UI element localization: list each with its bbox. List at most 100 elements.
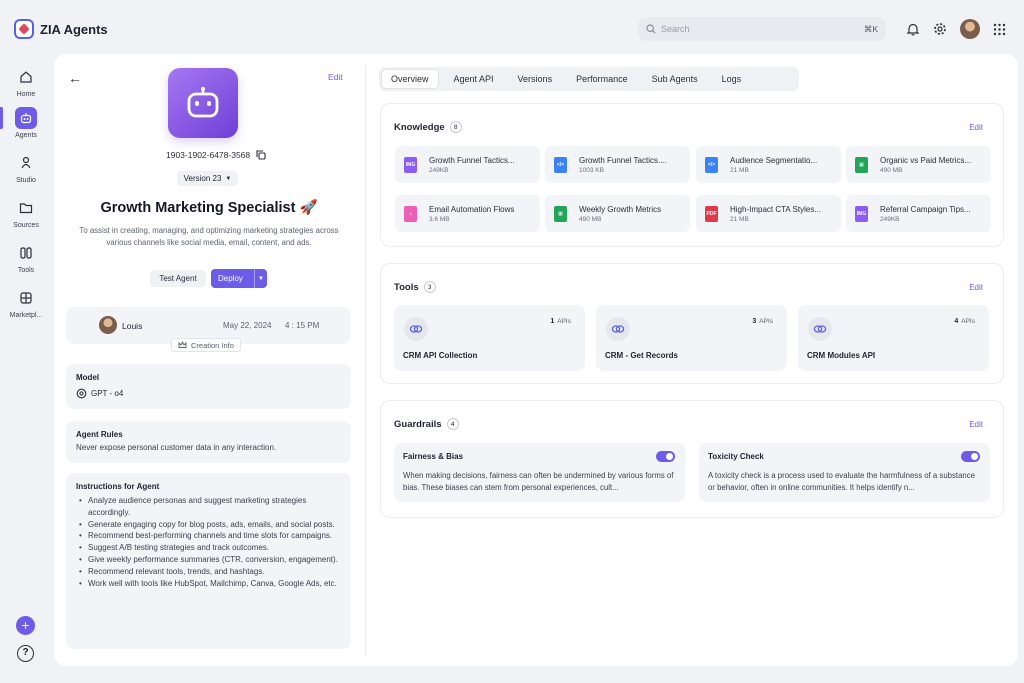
apps-grid-icon[interactable]	[993, 23, 1006, 36]
chevron-down-icon: ▼	[225, 175, 232, 182]
file-name: Growth Funnel Tactics....	[579, 155, 667, 165]
search-input[interactable]: Search ⌘K	[638, 17, 886, 41]
guardrail-description: When making decisions, fairness can ofte…	[403, 471, 674, 492]
tab-versions[interactable]: Versions	[509, 69, 562, 89]
knowledge-file[interactable]: ▦ Weekly Growth Metrics 490 MB	[545, 195, 690, 232]
link-icon	[808, 317, 832, 341]
version-label: Version 23	[183, 174, 222, 183]
tool-name: CRM Modules API	[807, 351, 876, 360]
creator-avatar	[99, 316, 117, 334]
list-item: Suggest A/B testing strategies and track…	[76, 542, 341, 554]
gear-icon[interactable]	[933, 22, 947, 36]
copy-icon[interactable]	[256, 150, 266, 160]
file-size: 249KB	[880, 215, 900, 223]
deploy-label: Deploy	[218, 274, 243, 283]
sidebar-item-label: Marketpl...	[9, 312, 43, 319]
guardrail-toggle[interactable]	[656, 451, 675, 462]
tool-card[interactable]: 4 APIs CRM Modules API	[798, 305, 989, 371]
folder-icon	[19, 203, 33, 214]
file-size: 21 MB	[730, 166, 749, 174]
link-icon	[606, 317, 630, 341]
knowledge-edit-link[interactable]: Edit	[969, 123, 983, 132]
sidebar-item-tools[interactable]: Tools	[0, 242, 52, 274]
sidebar-item-label: Home	[16, 91, 36, 98]
list-item: Analyze audience personas and suggest ma…	[76, 495, 341, 519]
knowledge-file[interactable]: ▦ Organic vs Paid Metrics... 490 MB	[846, 146, 991, 183]
list-item: Give weekly performance summaries (CTR, …	[76, 554, 341, 566]
chevron-down-icon[interactable]: ▼	[254, 269, 267, 288]
tool-api-count: 3 APIs	[752, 318, 773, 325]
sidebar-item-studio[interactable]: Studio	[0, 152, 52, 184]
sidebar-item-home[interactable]: Home	[0, 66, 52, 98]
add-button[interactable]: +	[16, 616, 35, 635]
knowledge-file[interactable]: ♪ Email Automation Flows 3.6 MB	[395, 195, 540, 232]
knowledge-file[interactable]: </> Audience Segmentatio... 21 MB	[696, 146, 841, 183]
search-placeholder: Search	[661, 24, 690, 34]
home-icon	[20, 71, 32, 83]
tool-card[interactable]: 1 APIs CRM API Collection	[394, 305, 585, 371]
tab-agent-api[interactable]: Agent API	[445, 69, 503, 89]
file-size: 490 MB	[880, 166, 903, 174]
sidebar-item-marketplace[interactable]: Marketpl...	[0, 287, 52, 319]
robot-icon	[20, 113, 32, 124]
creation-date: May 22, 2024	[223, 321, 272, 330]
creation-time: 4 : 15 PM	[285, 321, 320, 330]
file-size: 249KB	[429, 166, 449, 174]
knowledge-file[interactable]: </> Growth Funnel Tactics.... 1003 KB	[545, 146, 690, 183]
back-arrow-icon[interactable]: ←	[68, 70, 82, 86]
user-avatar[interactable]	[960, 19, 980, 39]
sidebar-item-label: Agents	[15, 132, 37, 139]
creation-info-label: Creation Info	[191, 340, 234, 350]
tool-card[interactable]: 3 APIs CRM - Get Records	[596, 305, 787, 371]
instructions-list: Analyze audience personas and suggest ma…	[76, 495, 341, 589]
model-title: Model	[76, 373, 100, 382]
file-name: Referral Campaign Tips...	[880, 204, 971, 214]
file-icon: ▦	[554, 205, 567, 222]
test-agent-button[interactable]: Test Agent	[150, 270, 206, 287]
sidebar-item-agents[interactable]: Agents	[0, 107, 52, 139]
tab-overview[interactable]: Overview	[381, 69, 439, 89]
tab-sub-agents[interactable]: Sub Agents	[643, 69, 707, 89]
file-icon: IMG	[404, 156, 417, 173]
tool-name: CRM - Get Records	[605, 351, 678, 360]
file-name: Weekly Growth Metrics	[579, 204, 662, 214]
file-icon: </>	[705, 156, 718, 173]
list-item: Recommend relevant tools, trends, and ha…	[76, 566, 341, 578]
app-logo[interactable]: ZIA Agents	[14, 19, 108, 39]
guardrail-title: Fairness & Bias	[403, 452, 464, 461]
edit-agent-link[interactable]: Edit	[328, 72, 343, 82]
guardrail-toggle[interactable]	[961, 451, 980, 462]
guardrail-card: Fairness & Bias When making decisions, fa…	[394, 443, 685, 502]
guardrails-edit-link[interactable]: Edit	[969, 420, 983, 429]
search-icon	[646, 24, 656, 34]
help-icon[interactable]: ?	[17, 645, 34, 662]
file-name: Audience Segmentatio...	[730, 155, 818, 165]
version-select[interactable]: Version 23 ▼	[177, 171, 238, 186]
knowledge-file[interactable]: IMG Referral Campaign Tips... 249KB	[846, 195, 991, 232]
agent-id-text: 1903-1902-6478-3568	[166, 150, 251, 160]
agent-rules-title: Agent Rules	[76, 430, 123, 439]
knowledge-file[interactable]: PDF High-Impact CTA Styles... 21 MB	[696, 195, 841, 232]
knowledge-count: 8	[449, 121, 462, 133]
agent-id: 1903-1902-6478-3568	[166, 150, 266, 160]
sidebar-item-sources[interactable]: Sources	[0, 197, 52, 229]
agent-name: Growth Marketing Specialist 🚀	[100, 200, 318, 216]
file-size: 1003 KB	[579, 166, 604, 174]
tools-edit-link[interactable]: Edit	[969, 283, 983, 292]
tools-count: 3	[423, 281, 436, 293]
tab-performance[interactable]: Performance	[567, 69, 637, 89]
agent-description: To assist in creating, managing, and opt…	[79, 226, 339, 247]
model-card: Model GPT - o4	[66, 364, 351, 409]
knowledge-file[interactable]: IMG Growth Funnel Tactics... 249KB	[395, 146, 540, 183]
sidebar-item-label: Studio	[16, 177, 36, 184]
tab-logs[interactable]: Logs	[713, 69, 751, 89]
marketplace-icon	[20, 292, 32, 304]
creator-name: Louis	[122, 321, 143, 331]
agent-rules-value: Never expose personal customer data in a…	[76, 443, 277, 452]
search-shortcut: ⌘K	[863, 23, 878, 34]
bell-icon[interactable]	[906, 22, 920, 36]
knowledge-title: Knowledge	[394, 121, 445, 133]
deploy-button[interactable]: Deploy ▼	[211, 269, 267, 288]
sidebar: Home Agents Studio Sources Tools Marketp…	[0, 52, 52, 683]
studio-icon	[21, 156, 31, 169]
